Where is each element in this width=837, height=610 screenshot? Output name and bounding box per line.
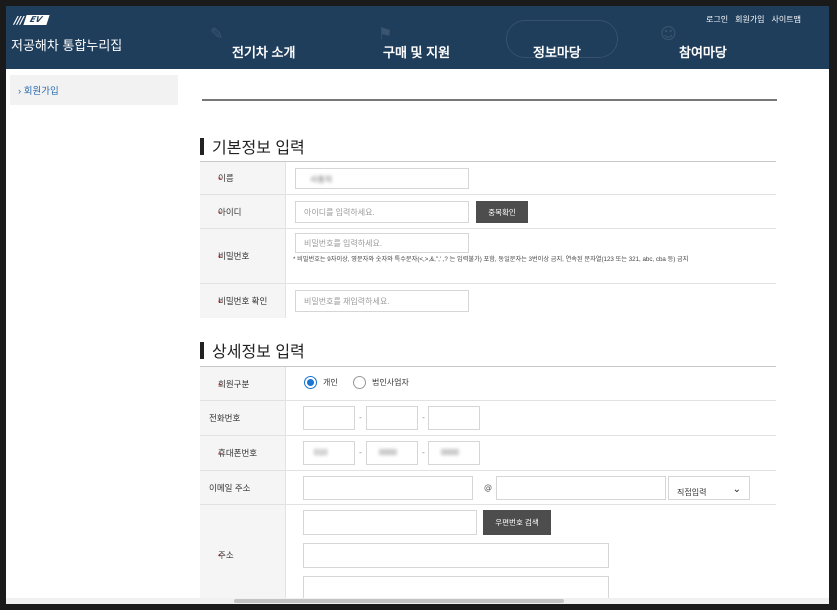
section-title-detail: 상세정보 입력	[200, 338, 305, 362]
nav-ev-intro[interactable]: 전기차 소개	[232, 42, 295, 61]
section-title-text: 상세정보 입력	[212, 344, 305, 361]
address-input[interactable]	[303, 543, 609, 568]
nav-participation[interactable]: 참여마당	[679, 42, 727, 61]
label-mobile: • 휴대폰번호	[200, 436, 286, 470]
content-top-divider	[202, 99, 777, 101]
email-id-input[interactable]	[303, 476, 473, 500]
phone-part1-input[interactable]	[303, 406, 355, 430]
label-password: • 비밀번호	[200, 229, 286, 283]
utility-links: 로그인 회원가입 사이트맵	[706, 14, 801, 25]
label-address: • 주소	[200, 505, 286, 604]
email-domain-select-value: 직접입력	[677, 488, 707, 497]
phone-separator: -	[359, 413, 362, 422]
radio-individual[interactable]: 개인	[304, 376, 338, 389]
email-at-sign: @	[484, 483, 492, 492]
password-hint: * 비밀번호는 9자이상, 영문자와 숫자와 특수문자(<,>,&,",' ,?…	[293, 256, 689, 263]
label-phone: 전화번호	[200, 401, 286, 435]
row-member-type: • 회원구분 개인 법인사업자	[200, 367, 776, 401]
logo-slash-icon: ///	[14, 13, 24, 27]
ghost-banner-icon: ⚑	[378, 24, 393, 43]
login-link[interactable]: 로그인	[706, 14, 728, 25]
password-input[interactable]	[295, 233, 469, 253]
site-header: ✎ ⚑ ☺ /// EV 저공해차 통합누리집 로그인 회원가입 사이트맵 전기…	[6, 6, 829, 69]
mobile-separator: -	[422, 448, 425, 457]
detail-info-table: • 회원구분 개인 법인사업자 전화번호 - - • 휴대폰번호 010 - 0…	[200, 366, 776, 604]
label-id: • 아이디	[200, 195, 286, 228]
row-mobile: • 휴대폰번호 010 - 0000 - 0000	[200, 436, 776, 471]
browser-viewport: ✎ ⚑ ☺ /// EV 저공해차 통합누리집 로그인 회원가입 사이트맵 전기…	[6, 6, 829, 604]
row-password-confirm: • 비밀번호 확인	[200, 284, 776, 318]
label-email: 이메일 주소	[200, 471, 286, 504]
section-title-basic: 기본정보 입력	[200, 134, 305, 158]
sitemap-link[interactable]: 사이트맵	[772, 14, 801, 25]
sidebar-item-signup[interactable]: › 회원가입	[18, 83, 59, 97]
phone-separator: -	[422, 413, 425, 422]
row-email: 이메일 주소 @ 직접입력 ⌄	[200, 471, 776, 505]
basic-info-table: •이름 사용자 •아이디 중복확인 •비밀번호 * 비밀번호는 9자이상, 영문…	[200, 161, 776, 318]
signup-link[interactable]: 회원가입	[735, 14, 764, 25]
mobile-part1-input[interactable]: 010	[303, 441, 355, 465]
horizontal-scrollbar[interactable]	[6, 598, 829, 604]
ghost-banner-icon: ☺	[660, 24, 677, 43]
password-confirm-input[interactable]	[295, 290, 469, 312]
email-domain-input[interactable]	[496, 476, 666, 500]
row-name: • 이름 사용자	[200, 162, 776, 195]
section-bar	[200, 341, 204, 359]
logo-ev: EV	[23, 15, 50, 25]
section-bar	[200, 137, 204, 155]
label-member-type: • 회원구분	[200, 367, 286, 400]
mobile-part2-input[interactable]: 0000	[366, 441, 418, 465]
site-title[interactable]: 저공해차 통합누리집	[11, 35, 122, 54]
id-input[interactable]	[295, 201, 469, 223]
sidebar: › 회원가입	[10, 75, 178, 105]
ghost-banner-icon: ✎	[210, 24, 224, 43]
nav-info[interactable]: 정보마당	[533, 42, 581, 61]
section-title-text: 기본정보 입력	[212, 140, 305, 157]
label-password-confirm: • 비밀번호 확인	[200, 284, 286, 318]
postcode-input[interactable]	[303, 510, 477, 535]
postcode-search-button[interactable]: 우편번호 검색	[483, 510, 551, 535]
radio-corporate-circle[interactable]	[353, 376, 366, 389]
row-phone: 전화번호 - -	[200, 401, 776, 436]
site-logo[interactable]: /// EV	[14, 13, 50, 27]
name-field[interactable]: 사용자	[295, 168, 469, 189]
phone-part2-input[interactable]	[366, 406, 418, 430]
id-duplicate-check-button[interactable]: 중복확인	[476, 201, 528, 223]
chevron-down-icon: ⌄	[732, 484, 741, 495]
mobile-separator: -	[359, 448, 362, 457]
radio-corporate[interactable]: 법인사업자	[353, 376, 409, 389]
label-name: • 이름	[200, 162, 286, 194]
mobile-part3-input[interactable]: 0000	[428, 441, 480, 465]
row-id: •아이디 중복확인	[200, 195, 776, 229]
row-address: • 주소 우편번호 검색	[200, 505, 776, 604]
scrollbar-thumb[interactable]	[234, 599, 564, 603]
phone-part3-input[interactable]	[428, 406, 480, 430]
radio-individual-circle[interactable]	[304, 376, 317, 389]
nav-purchase-support[interactable]: 구매 및 지원	[383, 42, 450, 61]
row-password: • 비밀번호 * 비밀번호는 9자이상, 영문자와 숫자와 특수문자(<,>,&,…	[200, 229, 776, 284]
email-domain-select[interactable]: 직접입력 ⌄	[668, 476, 750, 500]
